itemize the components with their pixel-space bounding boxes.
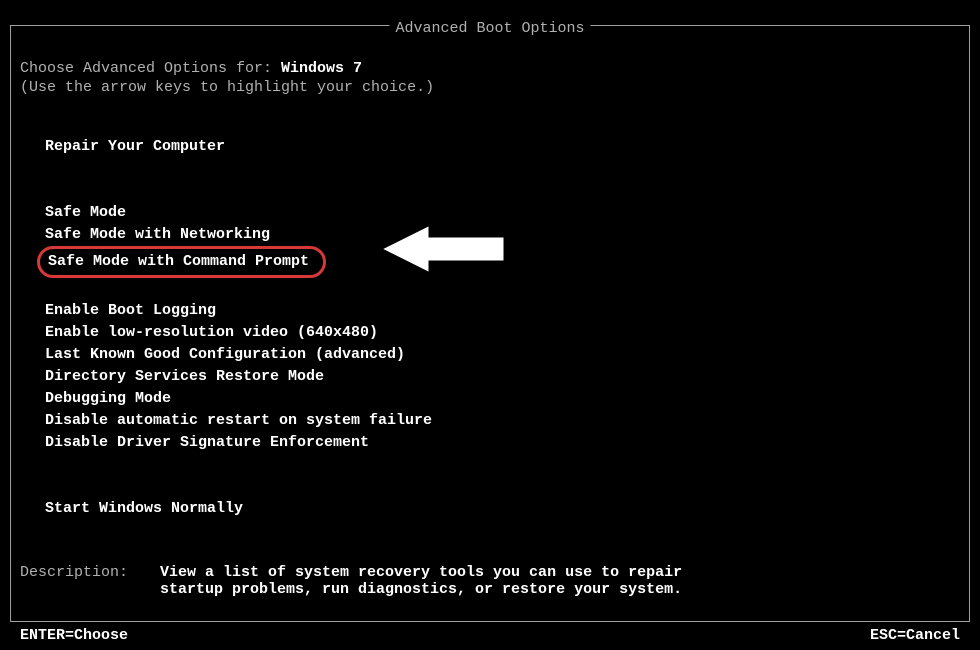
footer-esc: ESC=Cancel bbox=[870, 627, 960, 644]
screen-frame bbox=[10, 25, 970, 622]
option-safe-mode-cmd[interactable]: Safe Mode with Command Prompt bbox=[37, 246, 326, 278]
footer-enter: ENTER=Choose bbox=[20, 627, 128, 644]
highlighted-option-wrap: Safe Mode with Command Prompt bbox=[45, 246, 326, 278]
page-title: Advanced Boot Options bbox=[389, 20, 590, 37]
footer-bar: ENTER=Choose ESC=Cancel bbox=[20, 627, 960, 644]
